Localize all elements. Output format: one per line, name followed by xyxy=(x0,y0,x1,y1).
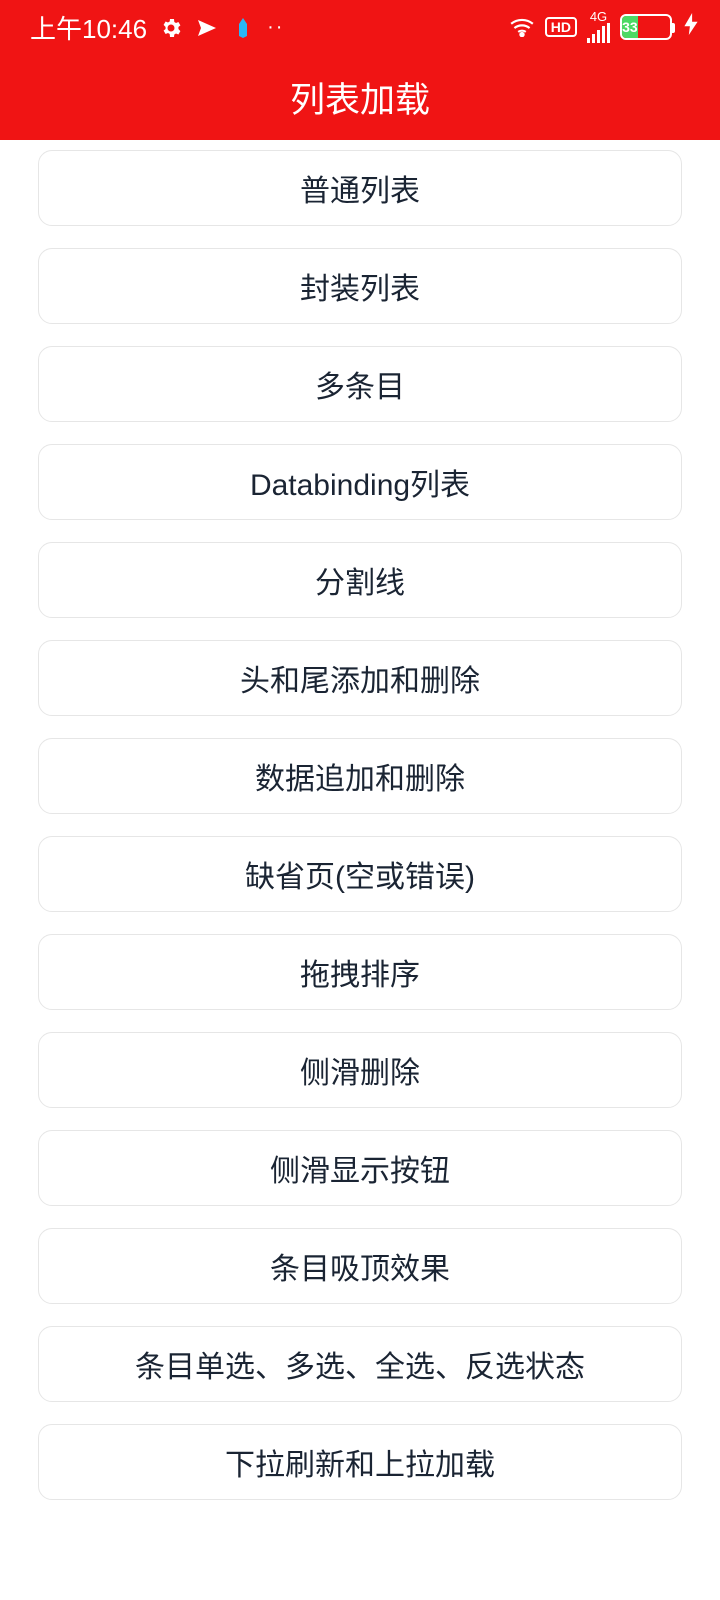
battery-fill: 33 xyxy=(622,16,638,38)
list-item-label: 缺省页(空或错误) xyxy=(245,852,475,896)
page-title: 列表加载 xyxy=(290,72,430,123)
list-item[interactable]: 多条目 xyxy=(38,346,682,422)
list-item[interactable]: 侧滑显示按钮 xyxy=(38,1130,682,1206)
list-container: 普通列表 封装列表 多条目 Databinding列表 分割线 头和尾添加和删除… xyxy=(0,140,720,1500)
list-item-label: 头和尾添加和删除 xyxy=(240,656,480,700)
list-item-label: 多条目 xyxy=(315,362,405,406)
list-item[interactable]: 数据追加和删除 xyxy=(38,738,682,814)
battery-icon: 33 xyxy=(620,14,672,40)
status-time: 上午10:46 xyxy=(30,9,147,46)
list-item[interactable]: 缺省页(空或错误) xyxy=(38,836,682,912)
list-item[interactable]: 拖拽排序 xyxy=(38,934,682,1010)
wifi-icon xyxy=(509,17,535,37)
list-item[interactable]: 条目吸顶效果 xyxy=(38,1228,682,1304)
list-item[interactable]: 下拉刷新和上拉加载 xyxy=(38,1424,682,1500)
more-icon: ·· xyxy=(267,16,284,39)
list-item-label: 分割线 xyxy=(315,558,405,602)
charging-icon xyxy=(684,13,698,41)
list-item-label: 拖拽排序 xyxy=(300,950,420,994)
list-item-label: 下拉刷新和上拉加载 xyxy=(225,1440,495,1484)
tag-icon xyxy=(231,16,255,40)
list-item[interactable]: 分割线 xyxy=(38,542,682,618)
list-item-label: Databinding列表 xyxy=(250,460,470,504)
app-bar: 列表加载 xyxy=(0,55,720,140)
list-item-label: 条目单选、多选、全选、反选状态 xyxy=(135,1342,585,1386)
gear-icon xyxy=(159,16,183,40)
list-item[interactable]: 封装列表 xyxy=(38,248,682,324)
network-4g: 4G xyxy=(587,12,610,42)
list-item[interactable]: 条目单选、多选、全选、反选状态 xyxy=(38,1326,682,1402)
list-item[interactable]: 普通列表 xyxy=(38,150,682,226)
list-item[interactable]: 头和尾添加和删除 xyxy=(38,640,682,716)
status-bar: 上午10:46 ·· HD 4G 33 xyxy=(0,0,720,55)
list-item[interactable]: 侧滑删除 xyxy=(38,1032,682,1108)
send-icon xyxy=(195,16,219,40)
list-item-label: 数据追加和删除 xyxy=(255,754,465,798)
hd-badge: HD xyxy=(545,17,577,37)
signal-icon xyxy=(587,23,610,43)
list-item-label: 普通列表 xyxy=(300,166,420,210)
status-left: 上午10:46 ·· xyxy=(30,9,284,46)
status-right: HD 4G 33 xyxy=(509,12,698,42)
list-item-label: 侧滑删除 xyxy=(300,1048,420,1092)
list-item-label: 条目吸顶效果 xyxy=(270,1244,450,1288)
list-item-label: 封装列表 xyxy=(300,264,420,308)
list-item-label: 侧滑显示按钮 xyxy=(270,1146,450,1190)
list-item[interactable]: Databinding列表 xyxy=(38,444,682,520)
